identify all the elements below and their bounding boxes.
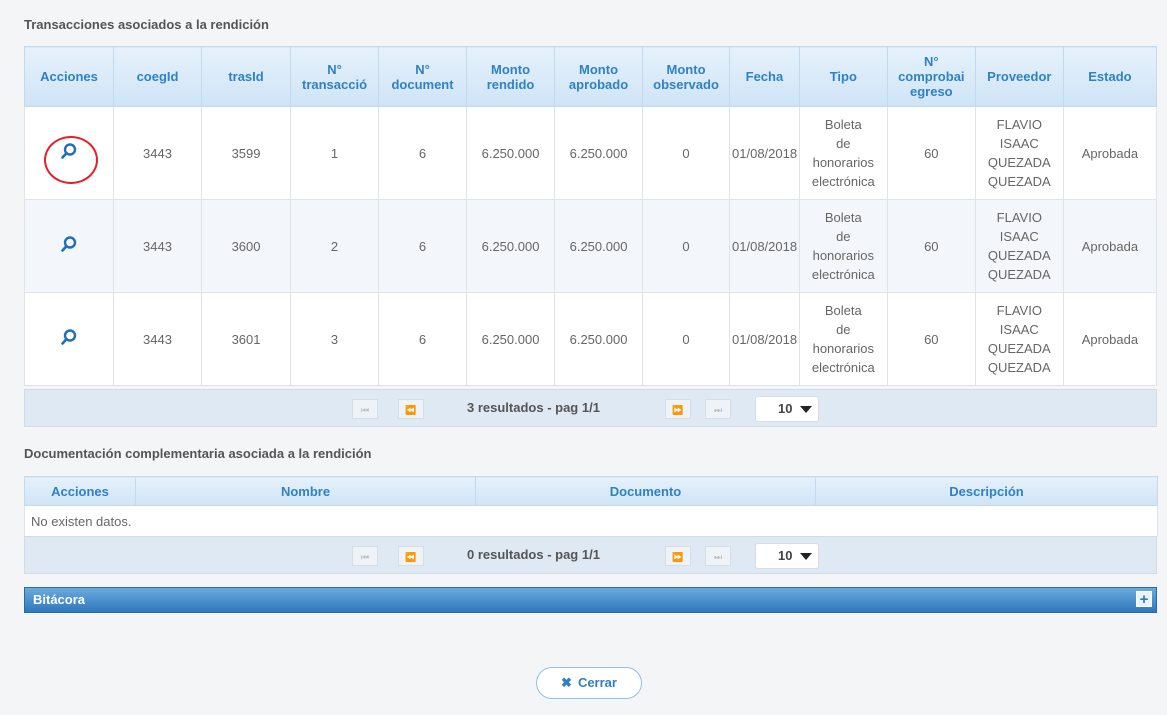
docs-section-title: Documentación complementaria asociada a … — [24, 446, 372, 461]
col-coegid[interactable]: coegId — [113, 46, 203, 107]
cell-documento: 6 — [378, 199, 468, 293]
close-button-label: Cerrar — [577, 675, 617, 690]
cell-documento: 6 — [378, 292, 468, 386]
docs-page-size-value: 10 — [778, 548, 793, 563]
cell-trasId: 3601 — [201, 292, 292, 386]
docs-col-descripcion[interactable]: Descripción — [815, 476, 1158, 506]
first-page-button[interactable]: ⏮ — [352, 399, 378, 419]
cell-tipo: Boleta de honorarios electrónica — [798, 106, 888, 200]
cell-coegId: 3443 — [113, 106, 203, 200]
docs-next-page-button[interactable]: ⏩ — [665, 546, 691, 566]
docs-col-nombre[interactable]: Nombre — [135, 476, 476, 506]
cell-estado: Aprobada — [1062, 199, 1158, 293]
empty-row: No existen datos. — [24, 505, 1158, 537]
transactions-table: Acciones coegId trasId N° transacció N° docu… — [23, 46, 1158, 386]
docs-header-row: Acciones Nombre Documento Descripción — [24, 476, 1158, 506]
row-actions — [23, 292, 115, 386]
cell-transaccion: 1 — [290, 106, 380, 200]
empty-message: No existen datos. — [24, 505, 1158, 537]
cell-estado: Aprobada — [1062, 106, 1158, 200]
highlight-circle — [44, 136, 98, 184]
cell-monto-observado: 0 — [642, 106, 731, 200]
cell-proveedor: FLAVIO ISAAC QUEZADA QUEZADA — [974, 292, 1064, 386]
col-monto-aprobado[interactable]: Monto aprobado — [554, 46, 644, 107]
cell-monto-observado: 0 — [642, 199, 731, 293]
cell-coegId: 3443 — [113, 292, 203, 386]
col-comprobante[interactable]: N° comprobai egreso — [886, 46, 976, 107]
pager-info: 3 resultados - pag 1/1 — [467, 400, 600, 415]
prev-page-button[interactable]: ⏪ — [398, 399, 424, 419]
cell-tipo: Boleta de honorarios electrónica — [798, 292, 888, 386]
col-proveedor[interactable]: Proveedor — [974, 46, 1064, 107]
docs-page-size-select[interactable]: 10 — [755, 543, 819, 569]
chevron-down-icon — [800, 553, 812, 560]
cell-monto-rendido: 6.250.000 — [466, 292, 556, 386]
cell-trasId: 3599 — [201, 106, 292, 200]
cell-trasId: 3600 — [201, 199, 292, 293]
docs-pager: ⏮ ⏪ 0 resultados - pag 1/1 ⏩ ⏭ 10 — [24, 536, 1157, 574]
cell-documento: 6 — [378, 106, 468, 200]
last-page-button[interactable]: ⏭ — [705, 399, 731, 419]
table-row: 3443 3600 2 6 6.250.000 6.250.000 0 01/08/2018 B… — [23, 199, 1158, 293]
next-page-button[interactable]: ⏩ — [665, 399, 691, 419]
docs-table: Acciones Nombre Documento Descripción No… — [24, 476, 1158, 537]
transactions-pager: ⏮ ⏪ 3 resultados - pag 1/1 ⏩ ⏭ 10 — [24, 389, 1157, 427]
cell-monto-aprobado: 6.250.000 — [554, 199, 644, 293]
cell-monto-rendido: 6.250.000 — [466, 199, 556, 293]
docs-last-page-button[interactable]: ⏭ — [705, 546, 731, 566]
row-actions — [23, 199, 115, 293]
cell-fecha: 01/08/2018 — [729, 106, 800, 200]
col-monto-observado[interactable]: Monto observado — [642, 46, 731, 107]
col-transaccion[interactable]: N° transacció — [290, 46, 380, 107]
cell-proveedor: FLAVIO ISAAC QUEZADA QUEZADA — [974, 199, 1064, 293]
cell-fecha: 01/08/2018 — [729, 199, 800, 293]
docs-prev-page-button[interactable]: ⏪ — [398, 546, 424, 566]
docs-first-page-button[interactable]: ⏮ — [352, 546, 378, 566]
bitacora-label: Bitácora — [33, 592, 86, 607]
close-button[interactable]: ✖ Cerrar — [536, 667, 642, 699]
cell-comprobante: 60 — [886, 199, 976, 293]
transactions-header-row: Acciones coegId trasId N° transacció N° docu… — [23, 46, 1158, 107]
cell-comprobante: 60 — [886, 292, 976, 386]
cell-monto-observado: 0 — [642, 292, 731, 386]
close-icon: ✖ — [561, 675, 572, 690]
search-icon[interactable] — [60, 328, 78, 346]
table-row: 3443 3599 1 6 6.250.000 6.250.000 0 01/08/2018 B… — [23, 106, 1158, 200]
search-icon[interactable] — [60, 235, 78, 253]
cell-monto-rendido: 6.250.000 — [466, 106, 556, 200]
col-monto-rendido[interactable]: Monto rendido — [466, 46, 556, 107]
cell-comprobante: 60 — [886, 106, 976, 200]
table-row: 3443 3601 3 6 6.250.000 6.250.000 0 01/08/2018 B… — [23, 292, 1158, 386]
cell-proveedor: FLAVIO ISAAC QUEZADA QUEZADA — [974, 106, 1064, 200]
cell-tipo: Boleta de honorarios electrónica — [798, 199, 888, 293]
col-trasid[interactable]: trasId — [201, 46, 292, 107]
col-acciones[interactable]: Acciones — [23, 46, 115, 107]
col-documento[interactable]: N° document — [378, 46, 468, 107]
expand-plus-icon[interactable]: + — [1136, 591, 1152, 607]
page-size-value: 10 — [778, 401, 793, 416]
cell-estado: Aprobada — [1062, 292, 1158, 386]
col-tipo[interactable]: Tipo — [798, 46, 888, 107]
docs-pager-info: 0 resultados - pag 1/1 — [467, 547, 600, 562]
transactions-section-title: Transacciones asociados a la rendición — [24, 17, 269, 32]
page-size-select[interactable]: 10 — [755, 396, 819, 422]
col-estado[interactable]: Estado — [1062, 46, 1158, 107]
chevron-down-icon — [800, 406, 812, 413]
docs-col-documento[interactable]: Documento — [475, 476, 816, 506]
cell-coegId: 3443 — [113, 199, 203, 293]
cell-fecha: 01/08/2018 — [729, 292, 800, 386]
docs-col-acciones[interactable]: Acciones — [24, 476, 136, 506]
cell-monto-aprobado: 6.250.000 — [554, 292, 644, 386]
bitacora-panel-header[interactable]: Bitácora + — [24, 587, 1157, 613]
cell-transaccion: 3 — [290, 292, 380, 386]
cell-transaccion: 2 — [290, 199, 380, 293]
col-fecha[interactable]: Fecha — [729, 46, 800, 107]
cell-monto-aprobado: 6.250.000 — [554, 106, 644, 200]
